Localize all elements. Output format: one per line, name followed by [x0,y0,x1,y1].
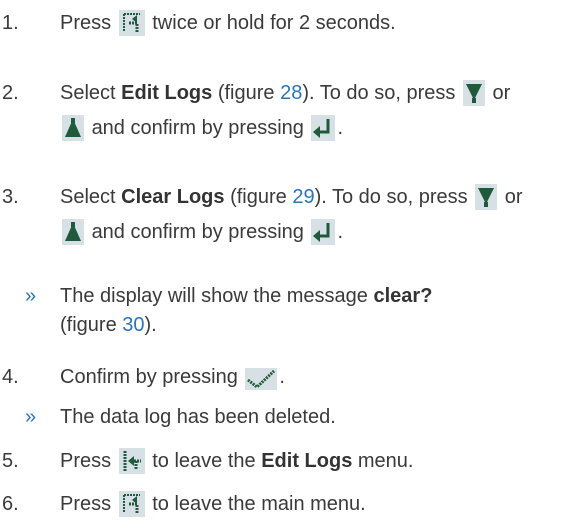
checkmark-icon [245,368,278,390]
step-number: 2. [2,82,19,104]
step-text-part: Confirm by pressing [60,366,238,388]
step-text: Select Clear Logs (figure 29). To do so,… [60,180,561,250]
step-text: Press to leave the Edit Logs menu. [60,444,561,479]
result-text-part: (figure [60,314,123,336]
step-text-part: (figure [212,82,281,104]
display-message: clear? [373,285,433,307]
step-text-part: . [337,117,344,139]
step-number: 5. [2,450,19,472]
result-bullet: » [25,406,37,428]
step-text-part: . [279,366,285,388]
down-arrow-icon [462,80,485,106]
step-text-part: to leave the [152,450,262,472]
back-icon [118,448,145,474]
result-text-part: ). [144,314,157,336]
menu-name: Clear Logs [121,186,225,208]
enter-key-icon [311,219,336,245]
down-arrow-icon [475,184,498,210]
step-text: Select Edit Logs (figure 28). To do so, … [60,76,561,146]
menu-enter-icon [118,10,145,36]
step-text-part: Select [60,186,122,208]
step-text-part: to leave the main menu. [152,493,366,515]
step-text-part: Press [60,450,112,472]
menu-enter-icon [118,491,145,517]
enter-key-icon [311,115,336,141]
step-text-part: Press [60,493,112,515]
step-number: 6. [2,493,19,515]
step-text-part: or [492,82,511,104]
step-number: 1. [2,12,19,34]
figure-link[interactable]: 30 [122,314,144,336]
step-text-part: ). To do so, press [314,186,468,208]
up-arrow-icon [62,115,84,141]
step-number: 4. [2,366,19,388]
step-text-part: and confirm by pressing [91,221,304,243]
step-text-part: menu. [352,450,414,472]
figure-link[interactable]: 28 [280,82,302,104]
step-text-part: . [337,221,344,243]
step-text: Press to leave the main menu. [60,487,561,522]
step-text-part: ). To do so, press [302,82,456,104]
step-text-part: and confirm by pressing [91,117,304,139]
menu-name: Edit Logs [121,82,213,104]
step-text: Press twice or hold for 2 seconds. [60,6,561,41]
up-arrow-icon [62,219,84,245]
step-text-part: (figure [224,186,293,208]
step-text-part: Select [60,82,122,104]
step-number: 3. [2,186,19,208]
result-text: The display will show the message clear?… [60,282,432,340]
result-text-part: The display will show the message [60,285,374,307]
step-text-part: Press [60,12,112,34]
menu-name: Edit Logs [261,450,353,472]
result-bullet: » [25,285,37,307]
step-text: Confirm by pressing . [60,360,561,395]
result-text: The data log has been deleted. [60,403,336,432]
step-text-part: twice or hold for 2 seconds. [152,12,396,34]
figure-link[interactable]: 29 [292,186,314,208]
result-text-part: The data log has been deleted. [60,406,336,428]
step-text-part: or [504,186,523,208]
